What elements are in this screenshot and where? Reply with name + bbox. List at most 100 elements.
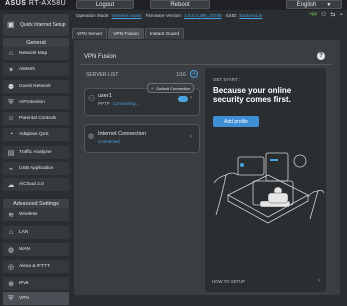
nav-label: Parental Controls — [19, 116, 57, 121]
status-icons: App ⚇ ⇆ ⌁ — [309, 11, 343, 18]
nav-label: Wireless — [19, 212, 38, 217]
nav-ipv6[interactable]: ⊕ IPv6 — [3, 277, 69, 291]
operation-bar: Operation Mode: Wireless router Firmware… — [72, 10, 347, 20]
nav-wan[interactable]: ◍ WAN — [3, 243, 69, 257]
vpn-illustration — [213, 152, 324, 224]
ssid-link[interactable]: BackArcLte — [239, 13, 262, 18]
nav-usb-application[interactable]: ⌁ USB Application — [3, 162, 69, 176]
nav-label: Alexa & IFTTT — [19, 264, 50, 269]
reboot-button[interactable]: Reboot — [150, 0, 210, 9]
setup-icon: ▣ — [7, 20, 15, 29]
internet-name: Internet Connection — [98, 131, 147, 137]
nav-alexa-ifttt[interactable]: ◎ Alexa & IFTTT — [3, 260, 69, 274]
divider — [80, 64, 332, 65]
nav-parental-controls[interactable]: ☺ Parental Controls — [3, 112, 69, 126]
network-map-icon: ⌂ — [8, 50, 14, 57]
nav-label: Traffic Analyzer — [19, 150, 52, 155]
nav-label: AiMesh — [19, 67, 35, 72]
firmware-label: Firmware Version: — [145, 12, 183, 18]
server-connection-status: Connecting... — [112, 101, 140, 106]
tab-vpn-server[interactable]: VPN Server — [72, 28, 108, 39]
quick-internet-setup[interactable]: ▣ Quick Internet Setup — [3, 14, 69, 36]
check-icon: ✔ — [151, 85, 155, 91]
wireless-icon: ≋ — [8, 211, 14, 219]
qis-label: Quick Internet Setup — [20, 22, 66, 28]
chevron-right-icon[interactable]: › — [190, 95, 192, 101]
vpn-icon: ⛨ — [8, 294, 14, 302]
server-status: PPTP Connecting... — [98, 101, 139, 106]
section-general: General — [3, 38, 69, 47]
section-advanced: Advanced Settings — [3, 199, 69, 208]
how-to-setup-link[interactable]: HOW TO SETUP — [212, 279, 245, 284]
nav-traffic-analyzer[interactable]: ▤ Traffic Analyzer — [3, 146, 69, 160]
nav-label: LAN — [19, 230, 29, 235]
usb-status-icon[interactable]: ⌁ — [339, 11, 343, 18]
lan-icon: ⌂ — [8, 229, 14, 236]
alexa-icon: ◎ — [7, 263, 15, 271]
nav-lan[interactable]: ⌂ LAN — [3, 226, 69, 240]
aimesh-icon: ✶ — [8, 66, 14, 74]
guest-network-icon: ⚉ — [7, 83, 15, 91]
nav-aicloud[interactable]: ☁ AiCloud 2.0 — [3, 178, 69, 192]
page-title: VPN Fusion — [84, 54, 117, 60]
illus-lock-icon — [293, 154, 307, 168]
chevron-down-icon: ▼ — [326, 1, 332, 8]
logout-button[interactable]: Logout — [76, 0, 134, 9]
add-server-button[interactable]: + — [190, 70, 198, 78]
server-name: user1 — [98, 93, 112, 99]
usb-icon: ⌁ — [8, 165, 14, 173]
nav-label: AiProtection — [19, 100, 45, 105]
network-icon[interactable]: ⇆ — [330, 11, 335, 18]
nav-label: Network Map — [19, 51, 48, 56]
ssid-label: SSID: — [225, 12, 238, 18]
default-connection-label: Default Connection — [156, 85, 191, 91]
nav-guest-network[interactable]: ⚉ Guest Network — [3, 80, 69, 94]
nav-vpn[interactable]: ⛨ VPN — [3, 292, 69, 306]
nav-aiprotection[interactable]: ⛨ AiProtection — [3, 96, 69, 110]
server-list-label: SERVER LIST — [86, 72, 119, 78]
nav-label: WAN — [19, 247, 31, 252]
nav-label: VPN — [19, 296, 29, 301]
nav-label: USB Application — [19, 166, 54, 171]
server-protocol: PPTP — [98, 101, 110, 106]
chevron-right-icon[interactable]: › — [190, 134, 192, 140]
promo-headline: Because your online security comes first… — [213, 86, 292, 104]
default-connection-badge: ✔ Default Connection — [147, 83, 195, 93]
nav-label: AiCloud 2.0 — [19, 182, 44, 187]
illus-palm-icon-2 — [307, 189, 324, 220]
language-select[interactable]: English ▼ — [286, 0, 342, 9]
get-start-label: GET START : — [213, 77, 241, 82]
illus-palm-icon — [213, 172, 239, 216]
user-icon[interactable]: ⚇ — [321, 11, 326, 18]
wan-icon: ◍ — [7, 246, 15, 254]
language-value: English — [296, 1, 317, 8]
globe-icon: ◍ — [88, 133, 95, 140]
user-server-icon: ⚇ — [88, 94, 96, 103]
illus-person-body-icon — [267, 192, 289, 204]
nav-label: Guest Network — [19, 84, 51, 89]
nav-adaptive-qos[interactable]: ◔ Adaptive QoS — [3, 128, 69, 142]
cloud-icon: ☁ — [7, 181, 15, 189]
server-count: 1/16 — [176, 72, 186, 78]
model-name: RT-AX58U — [28, 0, 67, 7]
tab-instant-guard[interactable]: Instant Guard — [144, 28, 184, 39]
app-label[interactable]: App — [309, 11, 317, 18]
mode-label: Operation Mode: — [76, 12, 110, 18]
internet-status: Connected — [98, 139, 120, 144]
parental-controls-icon: ☺ — [7, 115, 15, 122]
add-profile-button[interactable]: Add profile — [213, 116, 259, 127]
ipv6-icon: ⊕ — [8, 280, 14, 288]
mode-link[interactable]: Wireless router — [112, 13, 142, 18]
help-icon[interactable]: ? — [317, 52, 325, 60]
illus-screen-icon — [265, 152, 289, 182]
firmware-link[interactable]: 3.0.0.4.388_23785 — [184, 13, 222, 18]
tab-vpn-fusion[interactable]: VPN Fusion — [108, 28, 144, 39]
nav-network-map[interactable]: ⌂ Network Map — [3, 47, 69, 61]
tab-bar: VPN Server VPN Fusion Instant Guard — [72, 28, 184, 39]
nav-label: IPv6 — [19, 281, 29, 286]
chevron-right-icon[interactable]: › — [318, 278, 320, 284]
nav-label: Adaptive QoS — [19, 132, 49, 137]
nav-aimesh[interactable]: ✶ AiMesh — [3, 63, 69, 77]
nav-wireless[interactable]: ≋ Wireless — [3, 208, 69, 222]
server-toggle[interactable] — [178, 96, 188, 102]
